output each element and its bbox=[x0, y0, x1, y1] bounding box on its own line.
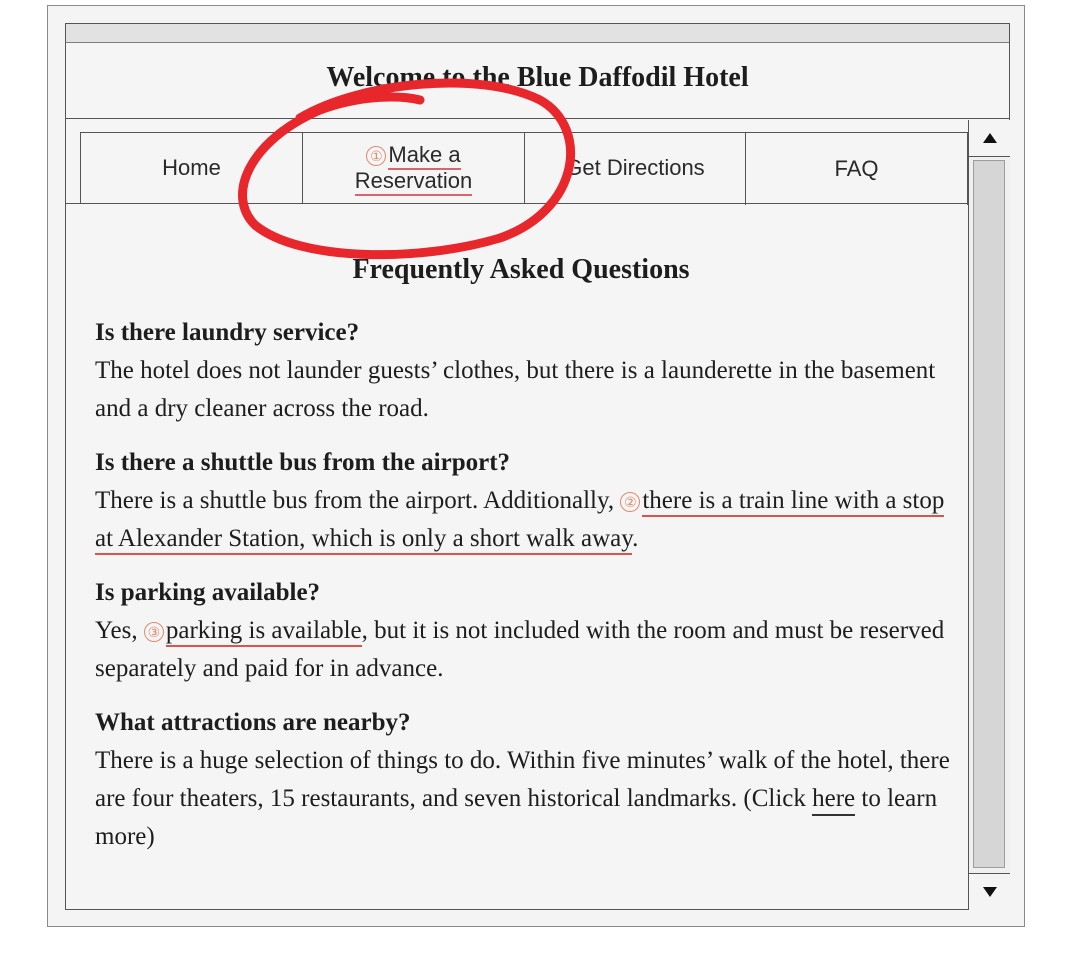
faq-question-attractions: What attractions are nearby? bbox=[95, 709, 411, 736]
tab-home[interactable]: Home bbox=[80, 132, 303, 204]
tab-faq-label: FAQ bbox=[834, 156, 879, 181]
tab-reservation-label-line1: Make a bbox=[388, 142, 461, 170]
number-marker-3: ③ bbox=[143, 622, 164, 643]
faq-list: Is there laundry service? The hotel does… bbox=[95, 314, 965, 872]
arrow-down-icon bbox=[982, 887, 997, 897]
scroll-down-button[interactable] bbox=[969, 873, 1010, 910]
tab-get-directions[interactable]: Get Directions bbox=[524, 132, 746, 204]
app-window: Welcome to the Blue Daffodil Hotel Home … bbox=[65, 23, 1010, 910]
faq-answer-laundry: The hotel does not launder guests’ cloth… bbox=[95, 357, 936, 422]
number-marker-1: ① bbox=[366, 146, 387, 167]
tab-home-label: Home bbox=[162, 155, 221, 180]
tab-faq[interactable]: FAQ bbox=[745, 132, 968, 205]
faq-question-shuttle: Is there a shuttle bus from the airport? bbox=[95, 449, 511, 476]
tab-directions-label: Get Directions bbox=[565, 155, 705, 180]
vertical-scrollbar[interactable] bbox=[968, 120, 1010, 910]
learn-more-link[interactable]: here bbox=[812, 785, 856, 816]
nav-tabs: Home ① Make a Reservation Get Directions … bbox=[80, 132, 968, 205]
faq-answer-attractions: There is a huge selection of things to d… bbox=[95, 747, 950, 850]
number-marker-2: ② bbox=[620, 492, 641, 513]
arrow-up-icon bbox=[982, 133, 997, 143]
title-bar bbox=[66, 24, 1009, 43]
faq-answer-shuttle: There is a shuttle bus from the airport.… bbox=[95, 482, 965, 558]
highlight-parking: parking is available bbox=[165, 617, 362, 647]
faq-question-parking: Is parking available? bbox=[95, 579, 321, 606]
faq-heading: Frequently Asked Questions bbox=[352, 254, 690, 285]
header-divider bbox=[66, 118, 1009, 119]
scroll-up-button[interactable] bbox=[969, 120, 1010, 157]
page-title: Welcome to the Blue Daffodil Hotel bbox=[326, 62, 749, 93]
tab-reservation-label-line2: Reservation bbox=[354, 168, 473, 196]
tab-make-reservation[interactable]: ① Make a Reservation bbox=[302, 132, 525, 204]
faq-answer-parking: Yes, ③ parking is available, but it is no… bbox=[95, 617, 945, 682]
scroll-thumb[interactable] bbox=[973, 160, 1005, 868]
faq-question-laundry: Is there laundry service? bbox=[95, 319, 360, 346]
